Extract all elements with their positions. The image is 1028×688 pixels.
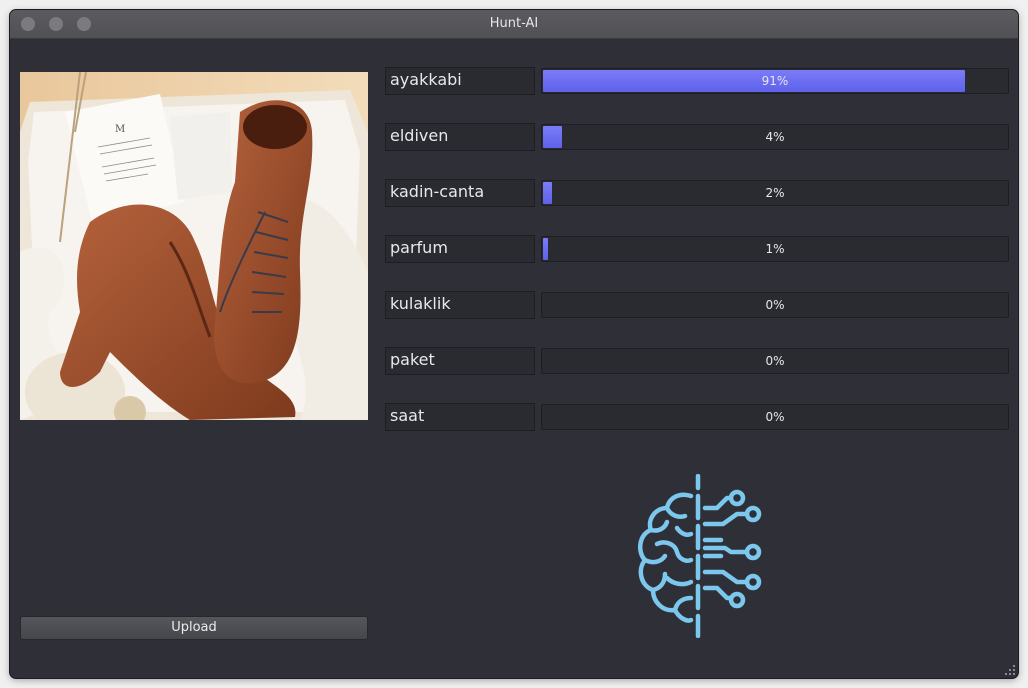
progress-bar-kulaklik: 0%	[541, 292, 1009, 318]
progress-percent: 0%	[765, 298, 785, 312]
boots-photo: M	[20, 72, 368, 420]
progress-bar-paket: 0%	[541, 348, 1009, 374]
progress-percent: 2%	[765, 186, 785, 200]
progress-bar-eldiven: 4%	[541, 124, 1009, 150]
progress-percent: 0%	[765, 410, 785, 424]
progress-bar-kadin-canta: 2%	[541, 180, 1009, 206]
uploaded-image-preview: M	[20, 72, 368, 420]
progress-percent: 91%	[761, 74, 789, 88]
progress-bar-parfum: 1%	[541, 236, 1009, 262]
progress-percent: 1%	[765, 242, 785, 256]
window-title: Hunt-AI	[489, 16, 539, 31]
svg-text:M: M	[115, 124, 125, 135]
class-label-eldiven: eldiven	[385, 123, 535, 151]
class-label-kadin-canta: kadin-canta	[385, 179, 535, 207]
resize-grip-icon[interactable]	[1004, 664, 1016, 676]
class-label-parfum: parfum	[385, 235, 535, 263]
upload-button[interactable]: Upload	[20, 616, 368, 640]
progress-bar-ayakkabi: 91%	[541, 68, 1009, 94]
ai-brain-icon	[637, 474, 762, 638]
class-label-ayakkabi: ayakkabi	[385, 67, 535, 95]
class-label-saat: saat	[385, 403, 535, 431]
progress-bar-saat: 0%	[541, 404, 1009, 430]
progress-percent: 0%	[765, 354, 785, 368]
progress-percent: 4%	[765, 130, 785, 144]
class-label-paket: paket	[385, 347, 535, 375]
title-bar[interactable]: Hunt-AI	[10, 10, 1018, 39]
app-window: Hunt-AI M ayakkabi 91% eldiven 4% kadin-…	[10, 10, 1018, 678]
class-label-kulaklik: kulaklik	[385, 291, 535, 319]
